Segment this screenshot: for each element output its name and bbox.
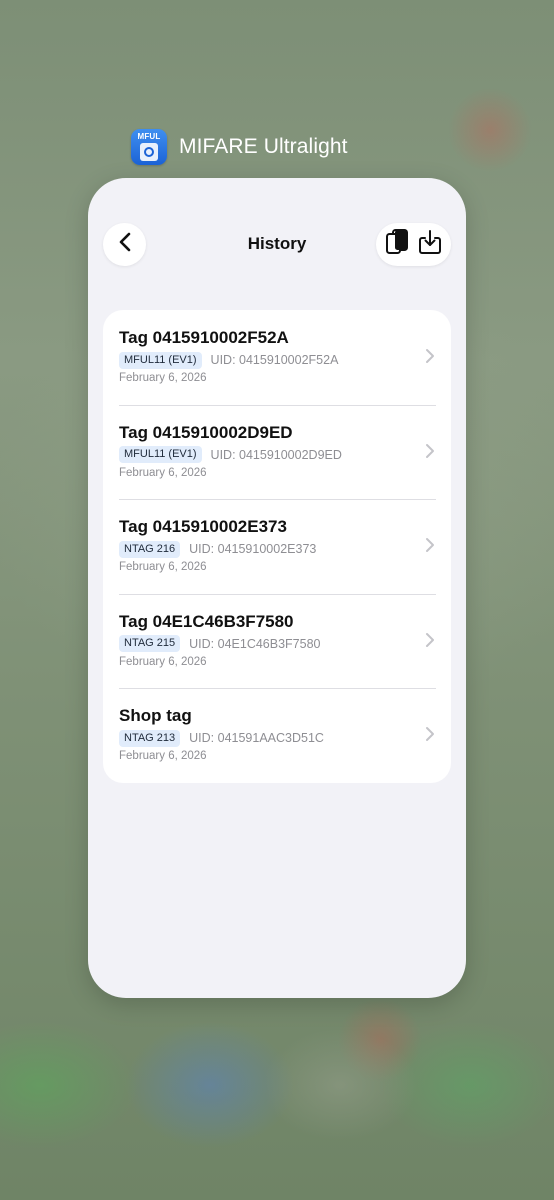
copy-icon xyxy=(385,228,409,261)
tag-uid: UID: 0415910002E373 xyxy=(189,542,317,556)
tag-type-badge: NTAG 213 xyxy=(119,729,181,747)
tag-type-badge: MFUL11 (EV1) xyxy=(119,351,202,369)
tag-title: Tag 0415910002F52A xyxy=(119,328,289,347)
history-list: Tag 0415910002F52A MFUL11 (EV1) UID: 041… xyxy=(103,310,451,783)
tag-meta: MFUL11 (EV1) UID: 0415910002D9ED xyxy=(119,446,451,464)
tag-type-badge: NTAG 215 xyxy=(119,635,181,652)
app-icon-label: MFUL xyxy=(137,132,161,141)
copy-button[interactable] xyxy=(382,228,412,261)
chevron-right-icon xyxy=(425,537,435,553)
tag-meta: NTAG 213 UID: 041591AAC3D51C xyxy=(119,729,451,747)
history-row[interactable]: Tag 0415910002F52A MFUL11 (EV1) UID: 041… xyxy=(103,310,451,405)
tag-date: February 6, 2026 xyxy=(119,466,207,479)
tag-uid: UID: 0415910002F52A xyxy=(210,353,339,367)
tag-uid: UID: 0415910002D9ED xyxy=(210,447,342,462)
tag-title: Tag 04E1C46B3F7580 xyxy=(119,611,294,631)
tag-meta: MFUL11 (EV1) UID: 0415910002F52A xyxy=(119,351,451,369)
nfc-glyph xyxy=(144,147,154,157)
tag-meta: NTAG 215 UID: 04E1C46B3F7580 xyxy=(119,635,451,653)
chevron-right-icon xyxy=(425,348,435,364)
app-switcher-header[interactable]: MFUL MIFARE Ultralight xyxy=(131,129,348,165)
history-row[interactable]: Shop tag NTAG 213 UID: 041591AAC3D51C Fe… xyxy=(103,688,451,783)
tag-title: Tag 0415910002D9ED xyxy=(119,422,293,442)
mful-app-icon[interactable]: MFUL xyxy=(131,129,167,165)
tag-date: February 6, 2026 xyxy=(119,750,207,762)
history-row[interactable]: Tag 0415910002E373 NTAG 216 UID: 0415910… xyxy=(103,499,451,594)
tag-uid: UID: 04E1C46B3F7580 xyxy=(189,636,321,651)
history-row[interactable]: Tag 0415910002D9ED MFUL11 (EV1) UID: 041… xyxy=(103,404,451,500)
tag-type-badge: MFUL11 (EV1) xyxy=(119,446,202,463)
tag-type-badge: NTAG 216 xyxy=(119,540,181,558)
tag-title: Shop tag xyxy=(119,706,192,725)
chevron-right-icon xyxy=(425,726,435,742)
tag-date: February 6, 2026 xyxy=(119,561,207,573)
chevron-right-icon xyxy=(425,443,435,459)
import-icon xyxy=(418,229,442,260)
tag-date: February 6, 2026 xyxy=(119,372,207,384)
history-row[interactable]: Tag 04E1C46B3F7580 NTAG 215 UID: 04E1C46… xyxy=(103,593,451,689)
tag-title: Tag 0415910002E373 xyxy=(119,517,287,536)
app-name: MIFARE Ultralight xyxy=(179,135,348,158)
import-button[interactable] xyxy=(415,230,445,260)
chevron-right-icon xyxy=(425,632,435,648)
toolbar-actions xyxy=(376,223,451,266)
tag-uid: UID: 041591AAC3D51C xyxy=(189,731,324,745)
app-card-preview[interactable]: History Tag 0415910002F52A MFUL11 (EV1) … xyxy=(88,178,466,998)
tag-meta: NTAG 216 UID: 0415910002E373 xyxy=(119,540,451,558)
tag-date: February 6, 2026 xyxy=(119,655,207,668)
